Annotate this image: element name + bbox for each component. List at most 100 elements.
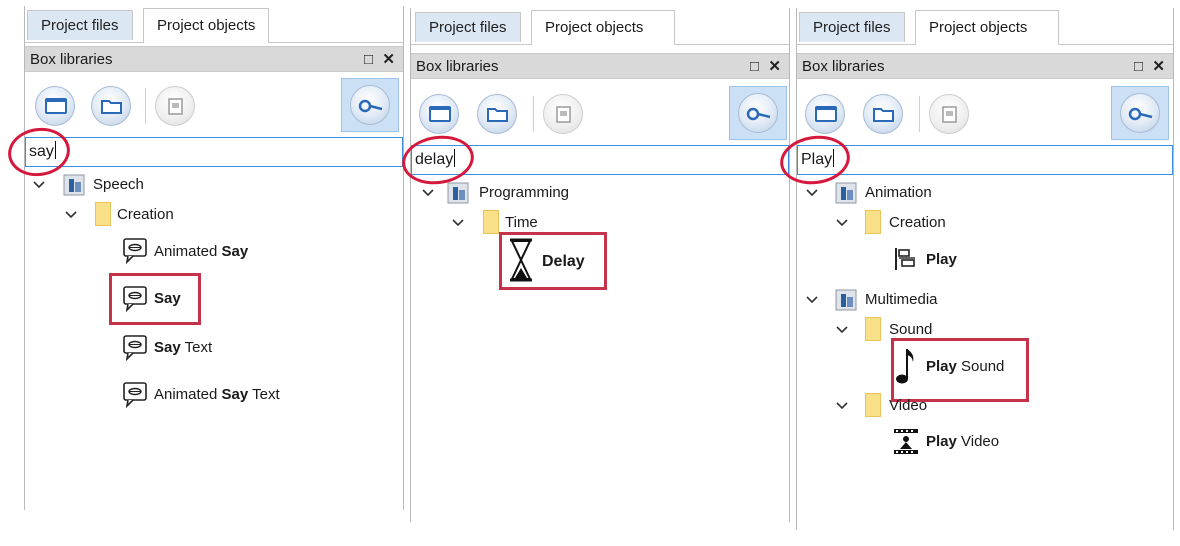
chevron-down-icon[interactable] <box>421 181 435 205</box>
folder-label: Creation <box>117 206 174 223</box>
search-toggle-icon <box>358 99 383 113</box>
library-toolbar <box>797 86 1173 142</box>
close-icon[interactable]: ✕ <box>768 54 781 80</box>
tree-library-animation[interactable]: Animation <box>865 181 932 205</box>
box-libraries-panel-say: Project files Project objects Box librar… <box>24 6 404 510</box>
chevron-down-icon[interactable] <box>835 211 849 235</box>
folder-label: Creation <box>889 214 946 231</box>
tab-project-objects[interactable]: Project objects <box>143 8 270 43</box>
speech-bubble-icon <box>123 238 147 264</box>
library-label: Speech <box>93 176 144 193</box>
library-label: Programming <box>479 184 570 201</box>
tree-box-animated-say[interactable]: Animated Say <box>154 240 248 264</box>
library-icon <box>63 174 85 196</box>
tab-project-objects[interactable]: Project objects <box>915 10 1059 45</box>
search-toggle-button[interactable] <box>729 86 787 140</box>
folder-icon <box>483 210 499 234</box>
folder-icon <box>865 393 881 417</box>
tab-project-files[interactable]: Project files <box>799 12 905 42</box>
tree-box-animated-say-text[interactable]: Animated Say Text <box>154 383 280 407</box>
search-toggle-bg <box>350 85 390 125</box>
library-label: Animation <box>865 184 932 201</box>
dock-title: Box libraries <box>802 58 885 75</box>
open-library-icon <box>101 100 122 114</box>
new-library-icon <box>429 106 451 122</box>
chevron-down-icon[interactable] <box>805 288 819 312</box>
library-options-button[interactable] <box>929 94 969 134</box>
tab-project-objects[interactable]: Project objects <box>531 10 675 45</box>
new-library-button[interactable] <box>35 86 75 126</box>
new-library-icon <box>815 106 837 122</box>
search-toggle-icon <box>746 107 771 121</box>
folder-icon <box>95 202 111 226</box>
folder-icon <box>865 210 881 234</box>
speech-bubble-icon <box>123 335 147 361</box>
search-toggle-icon <box>1128 107 1153 121</box>
tree-library-multimedia[interactable]: Multimedia <box>865 288 938 312</box>
toolbar-separator <box>533 96 534 132</box>
chevron-down-icon[interactable] <box>451 211 465 235</box>
library-icon <box>835 289 857 311</box>
tab-bar: Project files Project objects <box>797 8 1173 45</box>
library-icon <box>447 182 469 204</box>
library-label: Multimedia <box>865 291 938 308</box>
dock-title: Box libraries <box>416 58 499 75</box>
tree-box-say-text[interactable]: Say Text <box>154 336 212 360</box>
dock-title-bar: Box libraries □ ✕ <box>25 46 403 72</box>
dock-title-bar: Box libraries □ ✕ <box>411 53 789 79</box>
chevron-down-icon[interactable] <box>32 173 46 197</box>
search-toggle-button[interactable] <box>341 78 399 132</box>
dock-title-bar: Box libraries □ ✕ <box>797 53 1173 79</box>
open-library-icon <box>873 108 894 122</box>
new-library-button[interactable] <box>419 94 459 134</box>
tree-library-speech[interactable]: Speech <box>93 173 144 197</box>
open-library-button[interactable] <box>863 94 903 134</box>
timeline-icon <box>895 248 915 270</box>
dock-title: Box libraries <box>30 51 113 68</box>
tree-library-programming[interactable]: Programming <box>479 181 569 205</box>
library-search-input[interactable]: Play <box>797 145 1173 175</box>
tab-project-files[interactable]: Project files <box>27 10 133 40</box>
folder-label: Sound <box>889 321 933 338</box>
box-libraries-panel-play: Project files Project objects Box librar… <box>796 8 1174 530</box>
disabled-library-icon <box>942 106 957 123</box>
float-icon[interactable]: □ <box>1134 54 1143 80</box>
library-options-button[interactable] <box>155 86 195 126</box>
close-icon[interactable]: ✕ <box>382 47 395 73</box>
new-library-icon <box>45 98 67 114</box>
open-library-button[interactable] <box>477 94 517 134</box>
tree-box-play-video[interactable]: Play Video <box>926 430 999 454</box>
close-icon[interactable]: ✕ <box>1152 54 1165 80</box>
tree-folder-creation[interactable]: Creation <box>117 203 174 227</box>
float-icon[interactable]: □ <box>750 54 759 80</box>
library-toolbar <box>25 78 403 134</box>
new-library-button[interactable] <box>805 94 845 134</box>
tree-folder-video[interactable]: Video <box>889 394 927 418</box>
tree-box-play[interactable]: Play <box>926 248 957 272</box>
open-library-button[interactable] <box>91 86 131 126</box>
highlight-box <box>499 232 607 290</box>
disabled-library-icon <box>168 98 183 115</box>
chevron-down-icon[interactable] <box>64 203 78 227</box>
folder-label: Video <box>889 397 928 414</box>
chevron-down-icon[interactable] <box>805 181 819 205</box>
speech-bubble-icon <box>123 382 147 408</box>
tab-project-files[interactable]: Project files <box>415 12 521 42</box>
tree-folder-creation[interactable]: Creation <box>889 211 946 235</box>
chevron-down-icon[interactable] <box>835 394 849 418</box>
library-search-input[interactable]: say <box>25 137 403 167</box>
toolbar-separator <box>919 96 920 132</box>
chevron-down-icon[interactable] <box>835 318 849 342</box>
highlight-box <box>109 273 201 325</box>
float-icon[interactable]: □ <box>364 47 373 73</box>
search-toggle-button[interactable] <box>1111 86 1169 140</box>
tab-bar: Project files Project objects <box>25 6 403 43</box>
toolbar-separator <box>145 88 146 124</box>
video-film-icon <box>894 429 918 454</box>
search-toggle-bg <box>738 93 778 133</box>
library-options-button[interactable] <box>543 94 583 134</box>
tab-bar: Project files Project objects <box>411 8 789 45</box>
disabled-library-icon <box>556 106 571 123</box>
box-libraries-panel-delay: Project files Project objects Box librar… <box>410 8 790 522</box>
library-toolbar <box>411 86 789 142</box>
